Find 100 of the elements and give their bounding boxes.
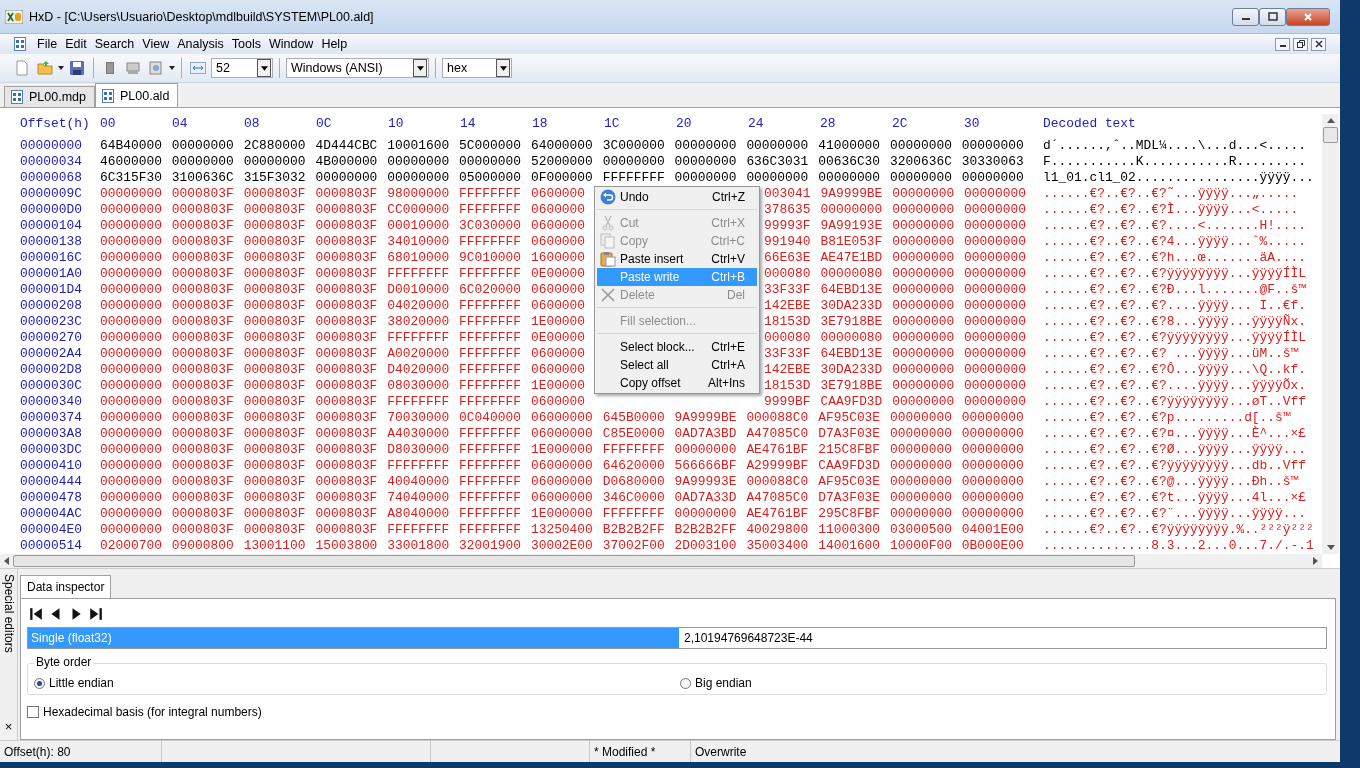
hex-bytes: 142EBE 30DA233D 00000000 00000000 — [764, 361, 1026, 377]
hex-bytes: 00000000 0000803F 0000803F 0000803F D4020000 FFFFFFFF 0600000 — [100, 361, 586, 377]
hex-bytes: 00000000 0000803F 0000803F 0000803F 98000000 FFFFFFFF 0600000 — [100, 185, 586, 201]
file-tab[interactable]: PL00.mdp — [4, 86, 95, 107]
minimize-button[interactable] — [1275, 37, 1290, 51]
menu-item[interactable]: Select all Ctrl+A — [597, 356, 757, 374]
hex-bytes: 6C315F30 3100636C 315F3032 00000000 00000000 05000000 0F000000 FFFFFFFF 00000000 00000000 00000000 00000000 00000000 — [100, 169, 1024, 185]
column-heading: 18 — [532, 115, 548, 131]
close-icon — [1314, 40, 1323, 48]
left-arrow-icon[interactable] — [4, 557, 9, 565]
hex-bytes: 00000000 0000803F 0000803F 0000803F FFFFFFFF FFFFFFFF 0E00000 — [100, 265, 586, 281]
first-icon[interactable] — [29, 607, 43, 621]
hex-bytes: 378635 00000000 00000000 00000000 — [764, 201, 1026, 217]
menu-item[interactable]: Tools — [227, 37, 265, 51]
decoded-text: ..............8.3...2...0...7./.-.1 — [1043, 537, 1314, 553]
offset-cell-text: 000004AC — [19, 505, 83, 521]
column-heading: 28 — [820, 115, 836, 131]
offset-cell-text: 000002D8 — [19, 361, 83, 377]
document-icon — [11, 90, 23, 104]
delete-icon — [600, 287, 616, 303]
offset-base-dropdown[interactable]: hex — [442, 58, 512, 78]
menu-item[interactable]: Copy offset Alt+Ins — [597, 374, 757, 392]
hex-bytes: 00000000 0000803F 0000803F 0000803F 38020000 FFFFFFFF 1E00000 — [100, 313, 586, 329]
hex-bytes: 99993F 9A99193E 00000000 00000000 — [764, 217, 1026, 233]
column-heading: Decoded text — [1043, 115, 1136, 131]
close-button[interactable]: × — [4, 719, 13, 734]
menu-item[interactable]: File — [33, 37, 62, 51]
horizontal-scrollbar[interactable] — [0, 554, 1322, 568]
caret-icon — [260, 65, 268, 71]
menu-item[interactable]: Search — [90, 37, 139, 51]
decoded-text: ......€?..€?..€?˜...ÿÿÿÿ...„..... — [1043, 185, 1299, 201]
hex-bytes: 00000000 0000803F 0000803F 0000803F A4030000 FFFFFFFF 06000000 C85E0000 0AD7A3BD A47085C0 D7A3F03E 00000000 00000000 — [100, 425, 1024, 441]
hex-bytes: 00000000 0000803F 0000803F 0000803F 34010000 FFFFFFFF 0600000 — [100, 233, 586, 249]
radio-button[interactable] — [34, 677, 45, 689]
side-tab[interactable]: Special editors — [1, 574, 16, 653]
right-arrow-icon[interactable] — [1313, 557, 1318, 565]
offset-cell-text: 000001A0 — [19, 265, 83, 281]
radio-label: Big endian — [695, 676, 752, 690]
column-heading: 30 — [964, 115, 980, 131]
menu-item[interactable]: Edit — [61, 37, 91, 51]
last-icon[interactable] — [89, 607, 103, 621]
save-icon[interactable] — [69, 60, 85, 76]
close-button[interactable] — [1311, 37, 1326, 51]
restore-button[interactable] — [1293, 37, 1308, 51]
file-tab[interactable]: PL00.ald — [95, 83, 179, 107]
menu-item[interactable]: Window — [264, 37, 318, 51]
decoded-text: ......€?..€?..€?ÿÿÿÿÿÿÿÿ...db..Vff — [1043, 457, 1306, 473]
menu-item[interactable]: Paste insert Ctrl+V — [597, 250, 757, 268]
hex-bytes: 00000000 0000803F 0000803F 0000803F D8030000 FFFFFFFF 1E000000 FFFFFFFF 00000000 AE4761BF 215C8FBF 00000000 00000000 — [100, 441, 1024, 457]
radio-button[interactable] — [680, 677, 691, 689]
down-arrow-icon[interactable] — [1326, 545, 1335, 550]
up-arrow-icon[interactable] — [1326, 118, 1335, 123]
menu-item[interactable]: Undo Ctrl+Z — [597, 188, 757, 206]
hex-bytes: 64B40000 00000000 2C880000 4D444CBC 10001600 5C000000 64000000 3C000000 00000000 00000000 41000000 00000000 00000000 — [100, 137, 1024, 153]
hex-bytes: 003041 9A9999BE 00000000 00000000 — [764, 185, 1026, 201]
menu-item[interactable]: Help — [317, 37, 352, 51]
minimize-button[interactable] — [1232, 8, 1259, 26]
offset-cell-text: 0000030C — [19, 377, 83, 393]
hex-bytes: 46000000 00000000 00000000 4B000000 00000000 00000000 52000000 00000000 00000000 636C3031 00636C30 3200636C 30330063 — [100, 153, 1024, 169]
paste-icon — [600, 251, 616, 267]
decoded-text: ......€?..€?..€?Ì...ÿÿÿÿ...<..... — [1043, 201, 1299, 217]
caret-icon — [416, 65, 424, 71]
hex-bytes: 33F33F 64EBD13E 00000000 00000000 — [764, 345, 1026, 361]
hex-bytes: 000080 00000080 00000000 00000000 — [764, 265, 1026, 281]
decoded-text: ......€?..€?..€?t...ÿÿÿÿ...4l...×£ — [1043, 489, 1306, 505]
hex-bytes: 00000000 0000803F 0000803F 0000803F CC000000 FFFFFFFF 0600000 — [100, 201, 586, 217]
previous-icon[interactable] — [49, 607, 63, 621]
scrollbar-thumb[interactable] — [13, 555, 1135, 567]
column-heading: 2C — [892, 115, 908, 131]
scrollbar-thumb[interactable] — [1323, 127, 1338, 143]
decoded-text: ......€?..€?..€?p.........d[..š™ — [1043, 409, 1291, 425]
checkbox[interactable] — [27, 706, 39, 718]
offset-cell-text: 00000478 — [19, 489, 83, 505]
maximize-button[interactable] — [1259, 8, 1286, 26]
decoded-text: ......€?..€?..€?....ÿÿÿÿ... I..€f. — [1043, 297, 1306, 313]
menu-item[interactable]: View — [138, 37, 174, 51]
menu-item[interactable]: Select block... Ctrl+E — [597, 338, 757, 356]
caret-icon[interactable] — [169, 66, 175, 70]
hex-bytes: 00000000 0000803F 0000803F 0000803F 00010000 3C030000 0600000 — [100, 217, 586, 233]
decoded-text: ......€?..€?..€?Ô...ÿÿÿÿ...\Q..kf. — [1043, 361, 1306, 377]
menu-item[interactable]: Analysis — [173, 37, 228, 51]
decoded-text: F...........K...........R......... — [1043, 153, 1306, 169]
hex-bytes: 00000000 0000803F 0000803F 0000803F A0020000 FFFFFFFF 0600000 — [100, 345, 586, 361]
column-heading: 1C — [604, 115, 620, 131]
vertical-scrollbar[interactable] — [1322, 114, 1339, 554]
hex-bytes: 00000000 0000803F 0000803F 0000803F FFFFFFFF FFFFFFFF 0600000 — [100, 393, 586, 409]
decoded-text: ......€?..€?..€?....<.......H!.... — [1043, 217, 1306, 233]
decoded-text: l1_01.cl1_02................ÿÿÿÿ... — [1043, 169, 1314, 185]
open-folder-icon[interactable] — [37, 60, 53, 76]
panel-tab[interactable]: Data inspector — [20, 575, 112, 598]
decoded-text: ......€?..€?..€?ÿÿÿÿÿÿÿÿ.%..²²²ÿ²²² — [1043, 521, 1314, 537]
charset-dropdown[interactable]: Windows (ANSI) — [286, 58, 429, 78]
hex-bytes: 00000000 0000803F 0000803F 0000803F FFFFFFFF FFFFFFFF 13250400 B2B2B2FF B2B2B2FF 40029800 11000300 03000500 04001E00 — [100, 521, 1024, 537]
column-heading: 0C — [316, 115, 332, 131]
offset-cell-text: 000000D0 — [19, 201, 83, 217]
bytes-per-row-field[interactable]: 52 — [211, 58, 273, 78]
hex-bytes: 33F33F 64EBD13E 00000000 00000000 — [764, 281, 1026, 297]
radio-label: Little endian — [49, 676, 114, 690]
hex-bytes: 142EBE 30DA233D 00000000 00000000 — [764, 297, 1026, 313]
caret-icon[interactable] — [58, 66, 64, 70]
